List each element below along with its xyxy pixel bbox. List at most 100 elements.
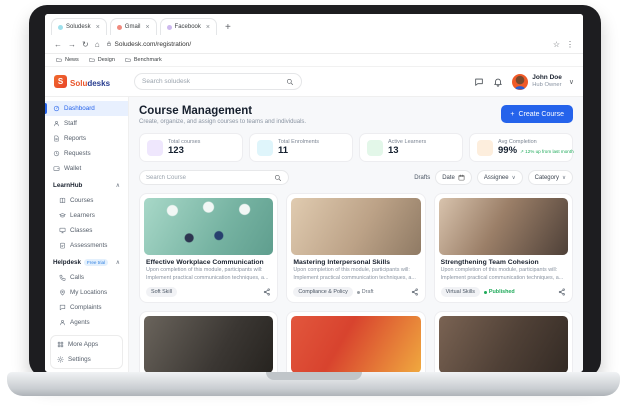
sidebar-section-helpdesk[interactable]: Helpdesk Free trial ∧ [45, 255, 128, 270]
chat-square-icon [59, 304, 66, 311]
bookmark-star-icon[interactable]: ☆ [553, 40, 560, 49]
stat-trend: ↗ 12% up from last month [520, 149, 574, 154]
course-title: Strengthening Team Cohesion [440, 259, 539, 266]
course-title: Effective Workplace Communication [146, 259, 264, 266]
category-filter[interactable]: Category ∨ [527, 170, 573, 185]
share-icon[interactable] [558, 288, 566, 296]
sidebar-item-reports[interactable]: Reports [45, 131, 128, 146]
sidebar: Dashboard Staff Reports Requests Wallet … [45, 97, 129, 372]
sidebar-item-courses[interactable]: Courses [45, 193, 128, 208]
close-icon[interactable]: × [206, 24, 210, 31]
tab-favicon [116, 24, 122, 30]
sidebar-item-my-locations[interactable]: My Locations [45, 285, 128, 300]
bookmarks-bar: News Design Benchmark [45, 54, 583, 67]
status-dot [483, 290, 487, 294]
assignee-filter[interactable]: Assignee ∨ [476, 170, 523, 185]
course-description: Upon completion of this module, particip… [146, 267, 269, 281]
course-card[interactable]: Effective Workplace Communication Upon c… [139, 193, 279, 304]
back-icon[interactable]: ← [54, 40, 62, 49]
sidebar-item-label: Wallet [64, 165, 82, 172]
sidebar-item-calls[interactable]: Calls [45, 270, 128, 285]
close-icon[interactable]: × [145, 24, 149, 31]
course-tag: Soft Skill [146, 287, 177, 298]
tab-soludesk[interactable]: Soludesk × [51, 18, 107, 35]
course-grid: Effective Workplace Communication Upon c… [139, 193, 573, 372]
sidebar-item-settings[interactable]: Settings [51, 352, 122, 367]
category-filter-label: Category [534, 174, 559, 181]
bookmark-label: News [65, 57, 79, 63]
course-card[interactable]: Enhancing Team Dialogue [139, 311, 279, 372]
plus-icon: + [510, 110, 515, 118]
global-search-input[interactable] [142, 78, 282, 85]
bell-icon[interactable] [493, 77, 503, 87]
folder-icon [89, 57, 95, 63]
status-label: Published [488, 289, 515, 296]
bookmark-news[interactable]: News [56, 57, 79, 63]
people-icon [367, 139, 383, 156]
sidebar-item-label: Requests [64, 150, 91, 157]
assignee-filter-label: Assignee [483, 174, 509, 181]
tab-favicon [166, 24, 172, 30]
main-content: Course Management Create, organize, and … [129, 97, 583, 372]
date-filter-label: Date [442, 174, 455, 181]
gear-icon [57, 356, 64, 363]
status-label: Draft [361, 289, 374, 296]
course-card[interactable]: Mastering Interpersonal Skills Upon comp… [286, 193, 426, 304]
share-icon[interactable] [411, 288, 419, 296]
sidebar-item-requests[interactable]: Requests [45, 146, 128, 161]
section-title: LearnHub [53, 182, 83, 189]
course-search-input[interactable] [146, 174, 270, 181]
date-filter[interactable]: Date [435, 170, 472, 185]
course-image [438, 316, 568, 372]
sidebar-item-label: Reports [64, 135, 87, 142]
sidebar-item-staff[interactable]: Staff [45, 116, 128, 131]
address-bar[interactable]: Soludesk.com/registration/ [106, 41, 547, 48]
global-search[interactable] [134, 73, 302, 90]
map-pin-icon [59, 289, 66, 296]
tab-facebook[interactable]: Facebook × [159, 18, 217, 35]
new-tab-button[interactable]: + [220, 22, 236, 35]
close-icon[interactable]: × [96, 24, 100, 31]
page-title: Course Management [139, 105, 253, 117]
stat-value: 123 [168, 145, 184, 156]
sidebar-item-complaints[interactable]: Complaints [45, 300, 128, 315]
share-icon[interactable] [263, 288, 271, 296]
search-icon [286, 78, 294, 86]
browser-menu-icon[interactable]: ⋮ [566, 40, 574, 49]
chevron-up-icon[interactable]: ∧ [116, 259, 120, 266]
create-course-button[interactable]: + Create Course [501, 105, 573, 123]
app-logo[interactable]: S Soludesks [54, 73, 130, 91]
sidebar-item-learners[interactable]: Learners [45, 208, 128, 223]
drafts-filter[interactable]: Drafts [414, 175, 430, 181]
course-search[interactable] [139, 170, 289, 185]
browser-tab-strip: Soludesk × Gmail × Facebook × + [45, 14, 583, 35]
chevron-down-icon: ∨ [561, 174, 566, 181]
reload-icon[interactable]: ↻ [82, 40, 89, 49]
sidebar-item-assessments[interactable]: Assessments [45, 238, 128, 253]
stat-value: 13 [388, 145, 399, 156]
bookmark-design[interactable]: Design [89, 57, 115, 63]
chat-icon[interactable] [474, 77, 484, 87]
course-card[interactable]: Optimizing Group Dynamics [286, 311, 426, 372]
sidebar-item-wallet[interactable]: Wallet [45, 161, 128, 176]
bookmark-label: Benchmark [133, 57, 162, 63]
chevron-down-icon[interactable]: ∨ [569, 78, 574, 86]
sidebar-section-learnhub[interactable]: LearnHub ∧ [45, 178, 128, 193]
phone-icon [59, 274, 66, 281]
chevron-up-icon[interactable]: ∧ [116, 182, 120, 189]
stat-card-avg-completion: Avg Completion 99% ↗ 12% up from last mo… [469, 133, 574, 162]
sidebar-item-dashboard[interactable]: Dashboard [45, 101, 128, 116]
avatar[interactable] [512, 73, 529, 90]
course-card[interactable]: Cultivating Open Communication [433, 311, 573, 372]
sidebar-item-classes[interactable]: Classes [45, 223, 128, 238]
tab-gmail[interactable]: Gmail × [109, 18, 157, 35]
home-icon[interactable]: ⌂ [95, 40, 100, 49]
bookmark-benchmark[interactable]: Benchmark [125, 57, 162, 63]
stat-card-active-learners: Active Learners 13 [359, 133, 463, 162]
sidebar-item-more-apps[interactable]: More Apps [51, 337, 122, 352]
forward-icon[interactable]: → [68, 40, 76, 49]
course-card[interactable]: Strengthening Team Cohesion Upon complet… [433, 193, 573, 304]
course-image [144, 198, 274, 255]
dashboard-icon [53, 105, 60, 112]
sidebar-item-agents[interactable]: Agents [45, 315, 128, 330]
